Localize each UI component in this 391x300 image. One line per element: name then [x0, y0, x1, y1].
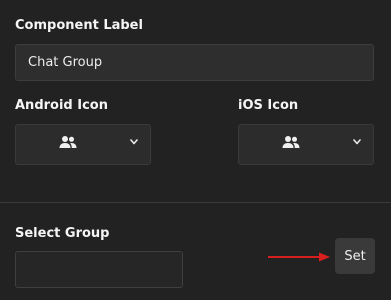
- ios-icon-select[interactable]: [238, 124, 374, 165]
- android-icon-heading: Android Icon: [15, 98, 108, 113]
- component-label-heading: Component Label: [15, 18, 143, 33]
- set-button-label: Set: [344, 248, 366, 264]
- component-label-value: Chat Group: [28, 55, 103, 70]
- select-group-input[interactable]: [15, 251, 183, 288]
- chevron-down-icon: [130, 139, 138, 145]
- red-arrow-annotation-icon: [268, 252, 330, 262]
- ios-icon-heading: iOS Icon: [238, 98, 299, 113]
- component-settings-panel: Component Label Chat Group Android Icon …: [0, 0, 391, 300]
- set-button[interactable]: Set: [335, 238, 375, 274]
- select-group-heading: Select Group: [15, 226, 110, 241]
- people-icon: [282, 136, 300, 148]
- section-divider: [0, 202, 391, 203]
- android-icon-select[interactable]: [15, 124, 151, 165]
- component-label-input[interactable]: Chat Group: [15, 44, 374, 81]
- people-icon: [59, 136, 77, 148]
- chevron-down-icon: [353, 139, 361, 145]
